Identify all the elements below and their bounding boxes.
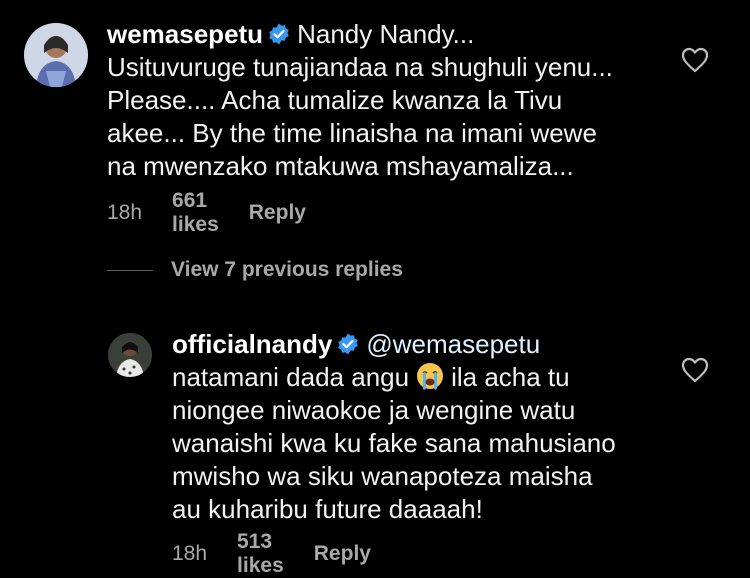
mention-link[interactable]: @wemasepetu [366,329,540,359]
comment-text-line: Usituvuruge tunajiandaa na shughuli yenu… [107,52,613,82]
comment-text-line: mwisho wa siku wanapoteza maisha [172,461,593,491]
comment-text-line: au kuharibu future daaaah! [172,494,483,524]
comment-text-line: wanaishi kwa ku fake sana mahusiano [172,428,616,458]
username[interactable]: officialnandy [172,329,332,359]
comment-text-line: ila acha tu [451,362,570,392]
comment-text-line: na mwenzako mtakuwa mshayamaliza... [107,151,574,181]
divider [107,269,153,271]
comment-text-line: Please.... Acha tumalize kwanza la Tivu [107,85,563,115]
comment-text-line: akee... By the time linaisha na imani we… [107,118,597,148]
like-heart-icon[interactable] [681,47,709,73]
comment-text-line: niongee niwaokoe ja wengine watu [172,395,576,425]
avatar[interactable] [24,23,88,87]
likes-count[interactable]: 661 likes [172,189,219,237]
likes-count[interactable]: 513 likes [237,530,284,578]
crying-face-emoji-icon [415,361,445,391]
username[interactable]: wemasepetu [107,19,263,49]
avatar[interactable] [108,333,152,377]
verified-badge-icon [267,22,291,46]
view-replies-label: View 7 previous replies [171,258,403,281]
reply-button[interactable]: Reply [249,201,306,225]
timestamp[interactable]: 18h [172,542,207,566]
comment-meta: 18h 661 likes Reply [107,189,306,237]
reply-button[interactable]: Reply [314,542,371,566]
comment-text-line: natamani dada angu [172,362,410,392]
comment-text-line: Nandy Nandy... [297,19,475,49]
like-heart-icon[interactable] [681,357,709,383]
comment-meta: 18h 513 likes Reply [172,530,371,578]
view-previous-replies-button[interactable]: View 7 previous replies [107,258,403,282]
verified-badge-icon [336,332,360,356]
timestamp[interactable]: 18h [107,201,142,225]
